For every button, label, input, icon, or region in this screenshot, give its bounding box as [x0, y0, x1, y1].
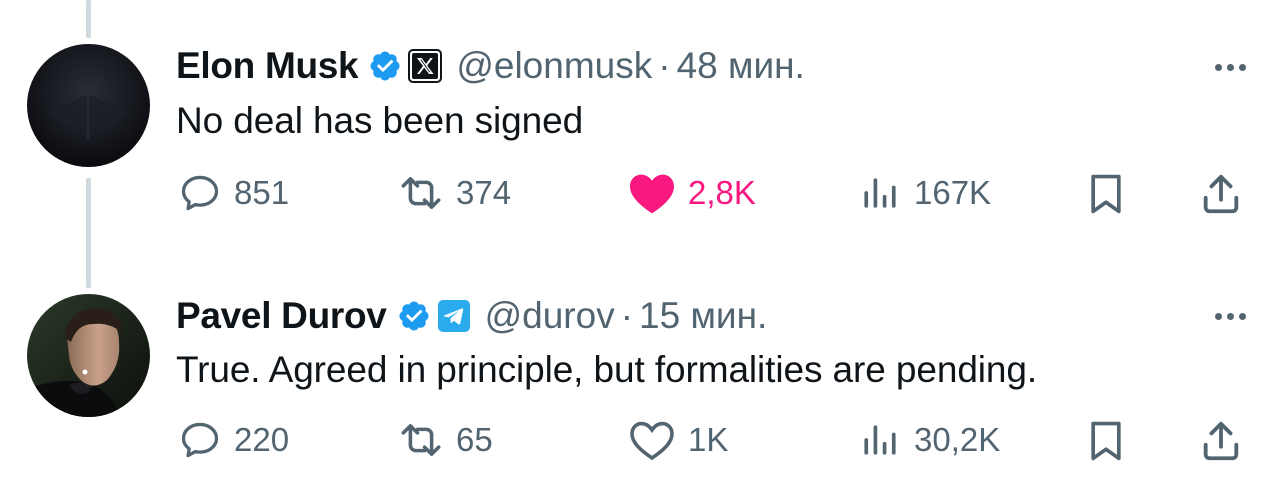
reply-count: 851 — [234, 174, 290, 211]
retweet-count: 65 — [456, 421, 493, 458]
reply-count: 220 — [234, 421, 290, 458]
share-icon — [1198, 418, 1244, 464]
verified-badge-icon[interactable] — [368, 49, 402, 83]
share-button[interactable] — [1198, 171, 1244, 217]
avatar-durov[interactable] — [27, 294, 150, 417]
tweet-header: Elon Musk @elonmusk · 48 мин. — [176, 42, 805, 90]
share-button[interactable] — [1198, 418, 1244, 464]
reply-icon — [178, 418, 222, 462]
avatar-elon[interactable] — [27, 44, 150, 167]
handle[interactable]: @durov — [485, 295, 615, 337]
separator-dot: · — [620, 295, 634, 336]
display-name[interactable]: Elon Musk — [176, 45, 359, 87]
tweet-header: Pavel Durov @durov · 15 мин. — [176, 292, 767, 340]
views-button[interactable]: 167K — [858, 171, 991, 215]
retweet-icon — [398, 418, 444, 462]
reply-icon — [178, 171, 222, 215]
thread-line — [86, 0, 91, 38]
retweet-icon — [398, 171, 444, 215]
retweet-button[interactable]: 374 — [398, 171, 511, 215]
views-button[interactable]: 30,2K — [858, 418, 1000, 462]
tweet-text: True. Agreed in principle, but formaliti… — [176, 349, 1038, 390]
handle[interactable]: @elonmusk — [456, 45, 652, 87]
heart-outline-icon — [628, 418, 676, 462]
more-options-icon[interactable] — [1215, 64, 1246, 71]
like-count: 2,8K — [688, 174, 756, 211]
analytics-icon — [858, 171, 902, 215]
timestamp[interactable]: 15 мин. — [639, 295, 767, 337]
share-icon — [1198, 171, 1244, 217]
timestamp[interactable]: 48 мин. — [677, 45, 805, 87]
separator-dot: · — [658, 45, 671, 86]
thread-line — [86, 178, 91, 288]
retweet-count: 374 — [456, 174, 512, 211]
like-button[interactable]: 2,8K — [628, 171, 756, 215]
verified-badge-icon[interactable] — [397, 299, 431, 333]
telegram-logo-icon[interactable] — [437, 299, 471, 333]
view-count: 30,2K — [914, 421, 1001, 458]
reply-button[interactable]: 851 — [178, 171, 289, 215]
like-count: 1K — [688, 421, 729, 458]
heart-filled-icon — [628, 171, 676, 215]
bookmark-button[interactable] — [1084, 171, 1128, 217]
retweet-button[interactable]: 65 — [398, 418, 493, 462]
bookmark-button[interactable] — [1084, 418, 1128, 464]
analytics-icon — [858, 418, 902, 462]
tweet-text: No deal has been signed — [176, 100, 584, 141]
reply-button[interactable]: 220 — [178, 418, 289, 462]
bookmark-icon — [1084, 418, 1128, 464]
more-options-icon[interactable] — [1215, 313, 1246, 320]
bookmark-icon — [1084, 171, 1128, 217]
view-count: 167K — [914, 174, 992, 211]
x-logo-icon[interactable] — [408, 49, 443, 83]
display-name[interactable]: Pavel Durov — [176, 295, 387, 337]
like-button[interactable]: 1K — [628, 418, 728, 462]
